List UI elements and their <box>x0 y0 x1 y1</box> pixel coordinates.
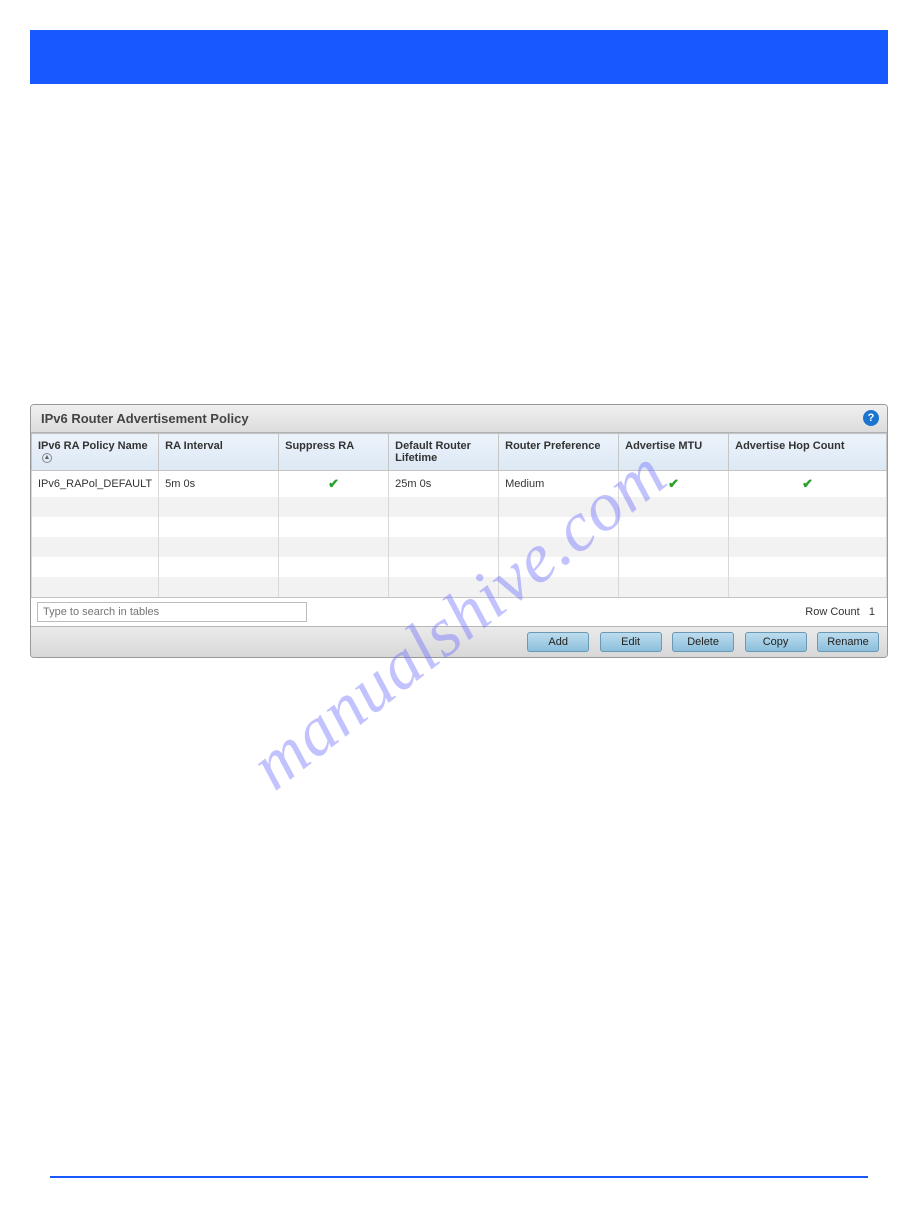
sort-asc-icon[interactable]: ▲ <box>42 453 52 463</box>
col-header-name[interactable]: IPv6 RA Policy Name ▲ <box>32 434 159 471</box>
check-icon: ✔ <box>735 476 880 492</box>
delete-button[interactable]: Delete <box>672 632 734 652</box>
panel-title-text: IPv6 Router Advertisement Policy <box>41 411 249 426</box>
table-row-empty <box>32 537 887 557</box>
rename-button[interactable]: Rename <box>817 632 879 652</box>
check-icon: ✔ <box>625 476 722 492</box>
col-header-interval[interactable]: RA Interval <box>159 434 279 471</box>
col-header-lifetime[interactable]: Default Router Lifetime <box>389 434 499 471</box>
panel-title-bar: IPv6 Router Advertisement Policy ? <box>31 405 887 433</box>
search-row: Row Count 1 <box>31 597 887 626</box>
footer-divider <box>50 1176 868 1178</box>
row-count-value: 1 <box>869 606 875 618</box>
table-row[interactable]: IPv6_RAPol_DEFAULT 5m 0s ✔ 25m 0s Medium… <box>32 471 887 498</box>
add-button[interactable]: Add <box>527 632 589 652</box>
row-count: Row Count 1 <box>805 606 881 618</box>
cell-interval: 5m 0s <box>159 471 279 498</box>
header-bar <box>30 30 888 84</box>
col-header-mtu[interactable]: Advertise MTU <box>619 434 729 471</box>
edit-button[interactable]: Edit <box>600 632 662 652</box>
search-input[interactable] <box>37 602 307 622</box>
col-header-hop[interactable]: Advertise Hop Count <box>729 434 887 471</box>
help-icon[interactable]: ? <box>863 410 879 426</box>
cell-lifetime: 25m 0s <box>389 471 499 498</box>
col-header-suppress[interactable]: Suppress RA <box>279 434 389 471</box>
table-row-empty <box>32 557 887 577</box>
cell-preference: Medium <box>499 471 619 498</box>
row-count-label: Row Count <box>805 606 859 618</box>
cell-suppress: ✔ <box>279 471 389 498</box>
table-row-empty <box>32 577 887 597</box>
col-header-name-text: IPv6 RA Policy Name <box>38 440 148 452</box>
policy-panel: IPv6 Router Advertisement Policy ? IPv6 … <box>30 404 888 658</box>
col-header-preference[interactable]: Router Preference <box>499 434 619 471</box>
table-row-empty <box>32 497 887 517</box>
button-row: Add Edit Delete Copy Rename <box>31 626 887 657</box>
policy-table: IPv6 RA Policy Name ▲ RA Interval Suppre… <box>31 433 887 597</box>
copy-button[interactable]: Copy <box>745 632 807 652</box>
cell-hop: ✔ <box>729 471 887 498</box>
check-icon: ✔ <box>285 476 382 492</box>
cell-name: IPv6_RAPol_DEFAULT <box>32 471 159 498</box>
cell-mtu: ✔ <box>619 471 729 498</box>
table-row-empty <box>32 517 887 537</box>
